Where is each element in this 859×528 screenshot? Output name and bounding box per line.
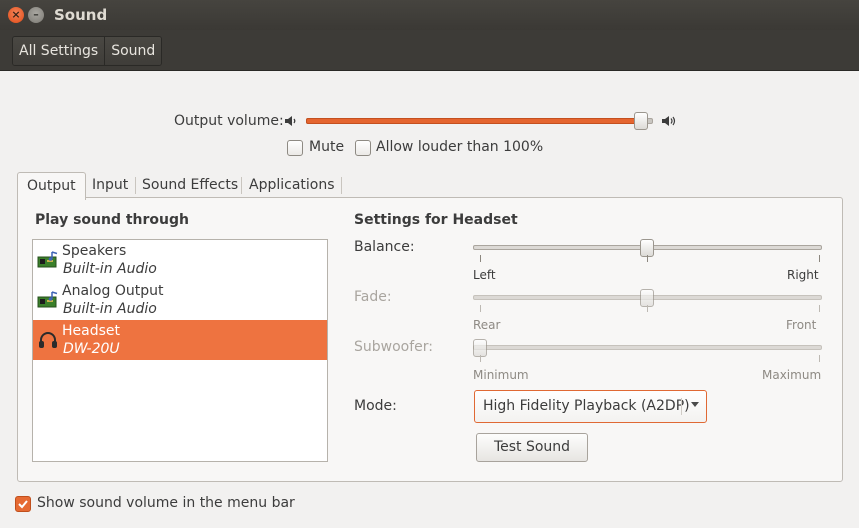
list-item-speakers[interactable]: Speakers Built-in Audio <box>33 240 327 280</box>
breadcrumb-sound[interactable]: Sound <box>104 37 162 65</box>
tab-separator <box>341 177 342 194</box>
close-icon[interactable]: × <box>8 7 24 23</box>
output-volume-handle[interactable] <box>633 112 648 130</box>
device-description: Built-in Audio <box>63 301 157 317</box>
fade-tick <box>647 305 648 312</box>
settings-heading: Settings for Headset <box>354 212 518 228</box>
subwoofer-min-label: Minimum <box>473 368 529 382</box>
tab-applications[interactable]: Applications <box>243 172 341 198</box>
balance-right-label: Right <box>787 268 819 282</box>
fade-tick <box>819 305 820 312</box>
device-name: Analog Output <box>62 283 164 299</box>
chevron-down-icon <box>691 402 699 407</box>
speaker-high-icon <box>662 116 676 126</box>
output-volume-label: Output volume: <box>174 113 284 129</box>
balance-tick <box>647 255 648 262</box>
device-description: Built-in Audio <box>63 261 157 277</box>
device-description: DW-20U <box>63 341 120 357</box>
list-item-headset[interactable]: Headset DW-20U <box>33 320 327 360</box>
allow-louder-checkbox[interactable] <box>355 140 371 156</box>
test-sound-button[interactable]: Test Sound <box>476 433 588 462</box>
device-name: Speakers <box>62 243 127 259</box>
dropdown-separator <box>681 398 682 415</box>
mode-label: Mode: <box>354 398 397 414</box>
minimize-icon[interactable]: – <box>28 7 44 23</box>
balance-tick <box>480 255 481 262</box>
device-list[interactable]: Speakers Built-in Audio Analog Output Bu… <box>32 239 328 462</box>
headset-icon <box>39 332 57 348</box>
subwoofer-tick <box>819 355 820 362</box>
mode-selected-value: High Fidelity Playback (A2DP) <box>483 398 690 414</box>
device-name: Headset <box>62 323 121 339</box>
balance-left-label: Left <box>473 268 496 282</box>
title-bar: × – Sound <box>0 0 859 30</box>
breadcrumb: All Settings Sound <box>12 36 163 66</box>
speaker-low-icon <box>285 116 296 126</box>
tab-input[interactable]: Input <box>86 172 134 198</box>
tab-separator <box>241 177 242 194</box>
sound-card-icon <box>37 291 58 308</box>
show-in-menu-bar-checkbox[interactable] <box>15 496 31 512</box>
window-title: Sound <box>54 6 108 24</box>
balance-label: Balance: <box>354 239 415 255</box>
mode-dropdown[interactable]: High Fidelity Playback (A2DP) <box>474 390 707 423</box>
show-in-menu-bar-label: Show sound volume in the menu bar <box>37 495 295 511</box>
balance-tick <box>819 255 820 262</box>
allow-louder-label: Allow louder than 100% <box>376 139 544 155</box>
fade-right-label: Front <box>786 318 817 332</box>
sound-card-icon <box>37 251 58 268</box>
list-item-analog-output[interactable]: Analog Output Built-in Audio <box>33 280 327 320</box>
subwoofer-slider <box>473 345 822 350</box>
fade-left-label: Rear <box>473 318 501 332</box>
tab-sound-effects[interactable]: Sound Effects <box>136 172 244 198</box>
subwoofer-max-label: Maximum <box>762 368 822 382</box>
tab-output[interactable]: Output <box>17 172 86 200</box>
check-icon <box>18 500 28 509</box>
subwoofer-tick <box>480 355 481 362</box>
breadcrumb-all-settings[interactable]: All Settings <box>13 37 105 65</box>
fade-tick <box>480 305 481 312</box>
fade-label: Fade: <box>354 289 392 305</box>
mute-label: Mute <box>309 139 345 155</box>
output-volume-fill <box>306 118 640 124</box>
mute-checkbox[interactable] <box>287 140 303 156</box>
subwoofer-label: Subwoofer: <box>354 339 433 355</box>
play-sound-through-heading: Play sound through <box>35 212 189 228</box>
